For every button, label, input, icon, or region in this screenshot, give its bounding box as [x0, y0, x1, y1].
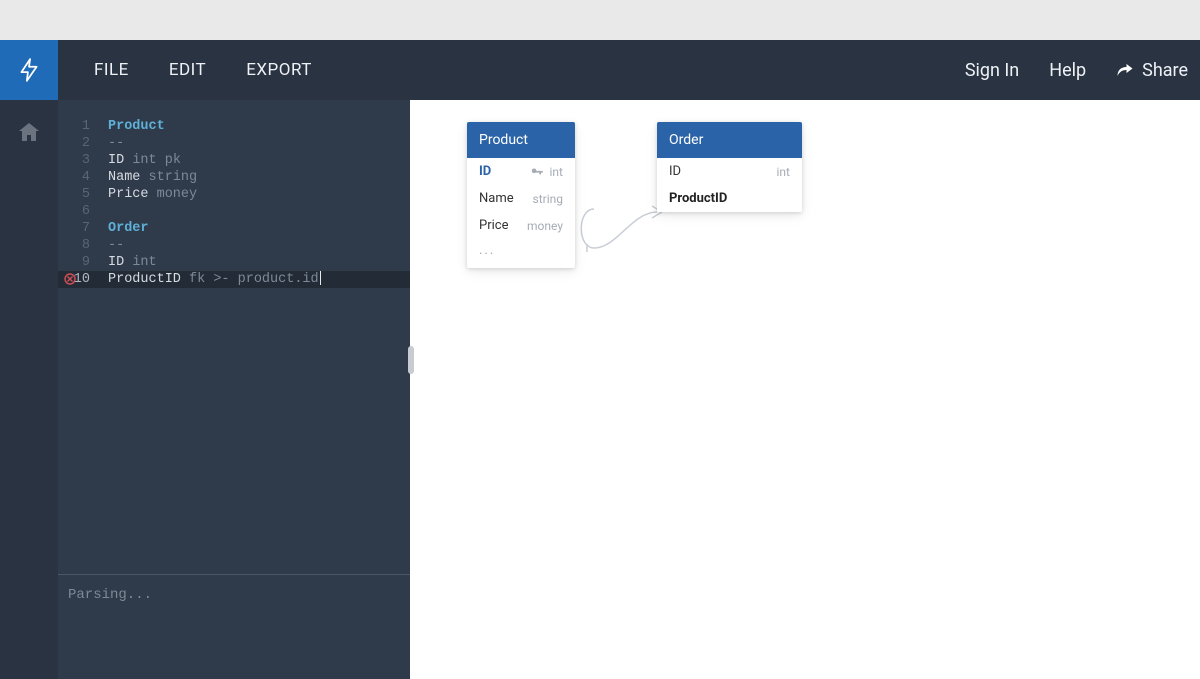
line-number: 2 — [58, 135, 98, 152]
editor-status: Parsing... — [58, 575, 410, 679]
code-text: ProductID fk >- product.id — [98, 271, 321, 288]
help-link[interactable]: Help — [1049, 60, 1086, 81]
code-text: Product — [98, 118, 165, 135]
app-shell: FILE EDIT EXPORT Sign In Help Share 1Pro… — [0, 40, 1200, 679]
text-cursor — [320, 271, 321, 285]
home-button[interactable] — [17, 120, 41, 148]
window-chrome-strip — [0, 0, 1200, 40]
line-number: 4 — [58, 169, 98, 186]
bolt-icon — [16, 57, 42, 83]
editor-scrollbar-thumb[interactable] — [408, 346, 414, 374]
diagram-canvas[interactable]: Product ID int Name string Price money ... Or… — [410, 100, 1200, 679]
code-line[interactable]: 4Name string — [58, 169, 410, 186]
column-type: string — [533, 192, 563, 206]
code-line[interactable]: 9ID int — [58, 254, 410, 271]
table-row[interactable]: Name string — [467, 185, 575, 212]
code-text: -- — [98, 237, 124, 254]
column-type: int — [550, 165, 563, 179]
menu-export[interactable]: EXPORT — [246, 60, 312, 80]
table-more-indicator[interactable]: ... — [467, 239, 575, 268]
table-row[interactable]: ID int — [657, 158, 802, 185]
table-row[interactable]: ID int — [467, 158, 575, 185]
workspace: 1Product2--3ID int pk4Name string5Price … — [0, 100, 1200, 679]
app-logo[interactable] — [0, 40, 58, 100]
table-card-product[interactable]: Product ID int Name string Price money ... — [467, 122, 575, 268]
code-line[interactable]: 1Product — [58, 118, 410, 135]
menu-bar: FILE EDIT EXPORT — [94, 60, 312, 80]
code-line[interactable]: 2-- — [58, 135, 410, 152]
line-number: 1 — [58, 118, 98, 135]
menu-file[interactable]: FILE — [94, 60, 129, 80]
code-line[interactable]: 8-- — [58, 237, 410, 254]
code-line[interactable]: 5Price money — [58, 186, 410, 203]
code-text: Price money — [98, 186, 197, 203]
code-text: ID int — [98, 254, 157, 271]
menu-edit[interactable]: EDIT — [169, 60, 206, 80]
table-row[interactable]: ProductID — [657, 185, 802, 212]
error-icon — [64, 273, 76, 285]
line-number: 5 — [58, 186, 98, 203]
line-number: 3 — [58, 152, 98, 169]
share-arrow-icon — [1116, 61, 1134, 79]
table-header-product: Product — [467, 122, 575, 158]
column-type: money — [527, 219, 563, 233]
table-header-order: Order — [657, 122, 802, 158]
line-number: 9 — [58, 254, 98, 271]
line-number: 8 — [58, 237, 98, 254]
column-name: ID — [479, 164, 491, 179]
left-sidebar — [0, 100, 58, 679]
column-name: Price — [479, 218, 508, 233]
table-card-order[interactable]: Order ID int ProductID — [657, 122, 802, 212]
line-number: 10 — [58, 271, 98, 288]
code-line[interactable]: 3ID int pk — [58, 152, 410, 169]
navbar-right: Sign In Help Share — [965, 60, 1188, 81]
column-name: ID — [669, 164, 681, 179]
home-icon — [17, 120, 41, 144]
code-text: ID int pk — [98, 152, 181, 169]
code-line[interactable]: 10ProductID fk >- product.id — [58, 271, 410, 288]
line-number: 7 — [58, 220, 98, 237]
column-name: Name — [479, 191, 514, 206]
code-editor[interactable]: 1Product2--3ID int pk4Name string5Price … — [58, 100, 410, 574]
signin-link[interactable]: Sign In — [965, 60, 1019, 81]
code-editor-pane: 1Product2--3ID int pk4Name string5Price … — [58, 100, 410, 679]
column-type: int — [777, 165, 790, 179]
table-row[interactable]: Price money — [467, 212, 575, 239]
line-number: 6 — [58, 203, 98, 220]
code-text: Order — [98, 220, 149, 237]
relation-connector — [572, 200, 672, 280]
top-navbar: FILE EDIT EXPORT Sign In Help Share — [0, 40, 1200, 100]
share-label: Share — [1142, 60, 1188, 81]
code-line[interactable]: 7Order — [58, 220, 410, 237]
column-name: ProductID — [669, 191, 727, 206]
code-text: Name string — [98, 169, 197, 186]
primary-key-icon — [530, 165, 544, 179]
code-text: -- — [98, 135, 124, 152]
code-line[interactable]: 6 — [58, 203, 410, 220]
share-button[interactable]: Share — [1116, 60, 1188, 81]
